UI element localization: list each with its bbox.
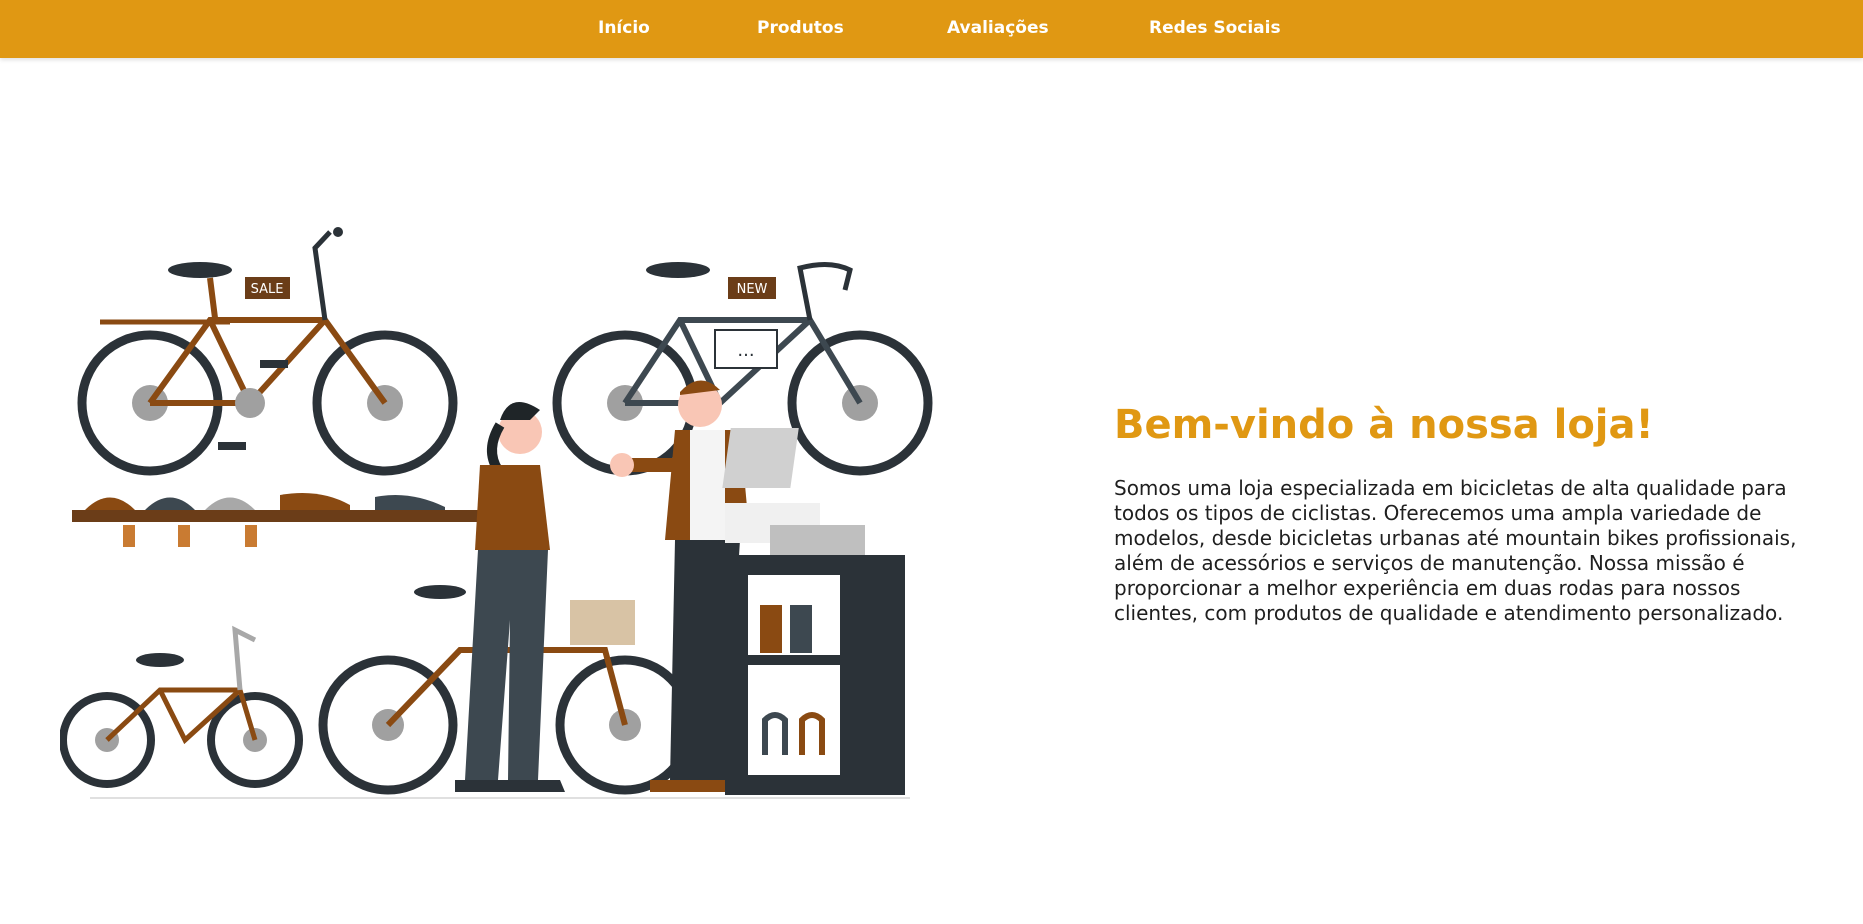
bike-shop-illustration: SALE NEW ... <box>60 227 933 799</box>
speech-bubble: ... <box>737 340 754 361</box>
hero-title: Bem-vindo à nossa loja! <box>1114 402 1654 448</box>
bike-brown-large: SALE <box>77 227 458 476</box>
bike-small <box>60 625 303 788</box>
nav-link-redes-sociais[interactable]: Redes Sociais <box>1149 18 1281 38</box>
nav-link-produtos[interactable]: Produtos <box>757 18 844 38</box>
hero-description: Somos uma loja especializada em biciclet… <box>1114 476 1797 625</box>
customer-woman <box>455 402 565 792</box>
sale-tag: SALE <box>251 282 284 297</box>
new-tag: NEW <box>737 282 768 297</box>
nav-link-avaliacoes[interactable]: Avaliações <box>947 18 1049 38</box>
shop-counter <box>722 428 905 795</box>
nav-link-inicio[interactable]: Início <box>598 18 650 38</box>
top-navbar: Início Produtos Avaliações Redes Sociais <box>0 0 1863 58</box>
shelf-with-accessories <box>72 492 512 547</box>
